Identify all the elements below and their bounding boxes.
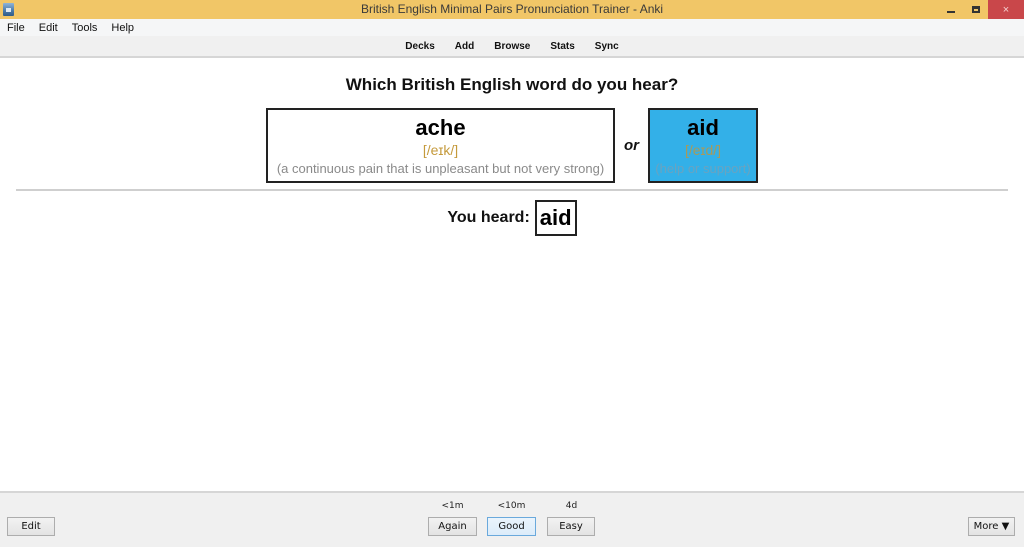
- maximize-button[interactable]: [964, 0, 988, 19]
- menu-bar: File Edit Tools Help: [0, 19, 1024, 36]
- minimize-button[interactable]: [938, 0, 964, 19]
- window-title: British English Minimal Pairs Pronunciat…: [360, 2, 664, 16]
- question-text: Which British English word do you hear?: [345, 75, 679, 94]
- close-button[interactable]: ×: [988, 0, 1024, 19]
- interval-again: <1m: [441, 501, 464, 511]
- card-content: Which British English word do you hear? …: [0, 58, 1024, 491]
- answer-label: You heard:: [447, 209, 530, 226]
- toolbar-add[interactable]: Add: [455, 41, 474, 52]
- main-toolbar: Decks Add Browse Stats Sync: [0, 36, 1024, 58]
- more-button[interactable]: More ▼: [968, 517, 1015, 536]
- or-separator: or: [624, 137, 639, 154]
- close-icon: ×: [1002, 3, 1010, 16]
- title-bar: British English Minimal Pairs Pronunciat…: [0, 0, 1024, 19]
- menu-edit[interactable]: Edit: [39, 22, 58, 34]
- option-card-aid: aid [/eɪd/] (help or support): [648, 108, 758, 183]
- answer-divider: [16, 189, 1008, 191]
- minimize-icon: [947, 11, 955, 13]
- option-ipa: [/eɪk/]: [422, 142, 459, 158]
- option-word: ache: [415, 115, 466, 140]
- restore-icon: [972, 6, 980, 13]
- option-definition: (help or support): [655, 161, 751, 176]
- option-definition: (a continuous pain that is unpleasant bu…: [276, 161, 605, 176]
- easy-button[interactable]: Easy: [547, 517, 595, 536]
- toolbar-browse[interactable]: Browse: [494, 41, 530, 52]
- interval-easy: 4d: [565, 501, 578, 511]
- toolbar-sync[interactable]: Sync: [595, 41, 619, 52]
- toolbar-stats[interactable]: Stats: [550, 41, 574, 52]
- good-button[interactable]: Good: [487, 517, 536, 536]
- option-word: aid: [687, 115, 719, 140]
- interval-good: <10m: [497, 501, 526, 511]
- toolbar-decks[interactable]: Decks: [405, 41, 434, 52]
- menu-help[interactable]: Help: [111, 22, 134, 34]
- menu-file[interactable]: File: [7, 22, 25, 34]
- again-button[interactable]: Again: [428, 517, 477, 536]
- answer-word: aid: [534, 200, 577, 236]
- edit-button[interactable]: Edit: [7, 517, 55, 536]
- option-ipa: [/eɪd/]: [684, 142, 722, 158]
- menu-tools[interactable]: Tools: [72, 22, 98, 34]
- option-card-ache: ache [/eɪk/] (a continuous pain that is …: [266, 108, 615, 183]
- answer-row: You heard: aid: [0, 200, 1024, 236]
- review-bottom-bar: Edit <1m <10m 4d Again Good Easy More ▼: [0, 491, 1024, 547]
